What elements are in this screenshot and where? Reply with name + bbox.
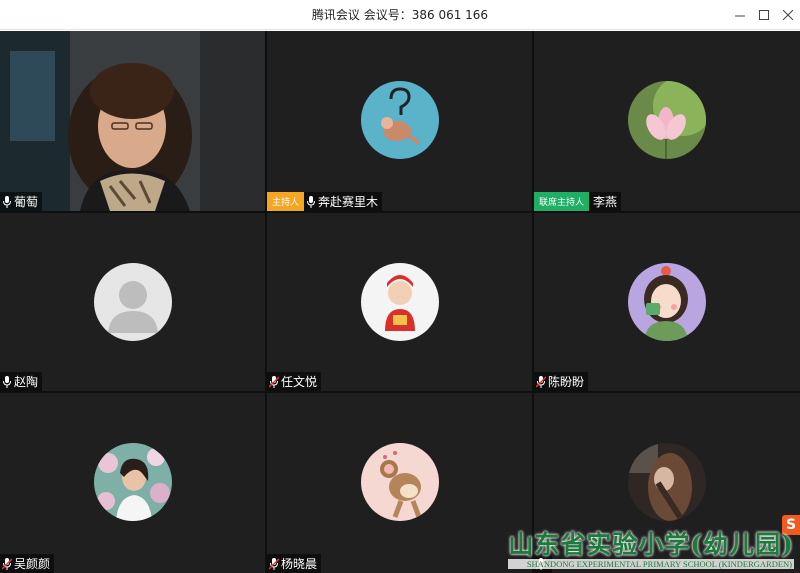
participant-tile[interactable]: 陈盼盼	[534, 213, 800, 391]
school-watermark: 山东省实验小学(幼儿园) SHANDONG EXPERIMENTAL PRIMA…	[508, 525, 794, 569]
participant-avatar	[94, 443, 172, 521]
participant-name: 赵陶	[14, 375, 39, 389]
participant-avatar	[628, 81, 706, 159]
participant-label: 联席主持人 李燕	[534, 192, 622, 211]
participant-tile[interactable]: 任文悦	[267, 213, 532, 391]
participant-tile[interactable]: 赵陶	[0, 213, 265, 391]
participant-label: 主持人 奔赴赛里木	[267, 192, 383, 211]
participant-tile[interactable]: 杨晓晨	[267, 393, 532, 573]
participant-tile[interactable]: 主持人 奔赴赛里木	[267, 31, 532, 211]
microphone-icon	[3, 375, 11, 388]
participant-name: 奔赴赛里木	[318, 195, 379, 209]
participant-avatar	[628, 443, 706, 521]
participant-label: 赵陶	[0, 372, 43, 391]
muted-microphone-icon	[269, 557, 279, 570]
participant-avatar	[94, 263, 172, 341]
participant-label: 任文悦	[267, 372, 322, 391]
host-badge: 主持人	[267, 192, 305, 211]
participant-name: 李燕	[593, 195, 618, 209]
participant-tile[interactable]: 联席主持人 李燕	[534, 31, 800, 211]
participant-avatar	[628, 263, 706, 341]
participant-name: 吴颜颜	[14, 557, 51, 571]
participant-label: 葡萄	[0, 192, 43, 211]
participant-tile[interactable]: 吴颜颜	[0, 393, 265, 573]
participant-avatar	[361, 81, 439, 159]
participant-name: 陈盼盼	[548, 375, 585, 389]
watermark-chinese: 山东省实验小学(幼儿园)	[508, 530, 794, 559]
cohost-badge: 联席主持人	[534, 192, 590, 211]
participant-video	[0, 31, 265, 211]
watermark-english: SHANDONG EXPERIMENTAL PRIMARY SCHOOL (KI…	[508, 559, 794, 569]
close-button[interactable]	[774, 0, 800, 30]
maximize-icon	[759, 10, 769, 20]
participant-tile[interactable]: 葡萄	[0, 31, 265, 211]
participant-label: 杨晓晨	[267, 554, 322, 573]
participant-label: 陈盼盼	[534, 372, 589, 391]
title-bar: 腾讯会议 会议号：386 061 166	[0, 0, 800, 30]
participant-grid: 葡萄 主持人 奔赴赛里木 联席主持人 李燕 赵陶 任文悦 陈盼盼 吴颜颜 杨晓晨…	[0, 31, 800, 573]
muted-microphone-icon	[2, 557, 12, 570]
participant-name: 任文悦	[281, 375, 318, 389]
close-icon	[783, 10, 793, 20]
muted-microphone-icon	[536, 375, 546, 388]
participant-name: 葡萄	[14, 195, 39, 209]
muted-microphone-icon	[269, 375, 279, 388]
microphone-icon	[3, 195, 11, 208]
microphone-icon	[307, 195, 316, 208]
participant-label: 吴颜颜	[0, 554, 55, 573]
participant-avatar	[361, 263, 439, 341]
window-title: 腾讯会议 会议号：386 061 166	[311, 8, 489, 22]
participant-avatar	[361, 443, 439, 521]
participant-name: 杨晓晨	[281, 557, 318, 571]
minimize-icon	[735, 15, 745, 17]
